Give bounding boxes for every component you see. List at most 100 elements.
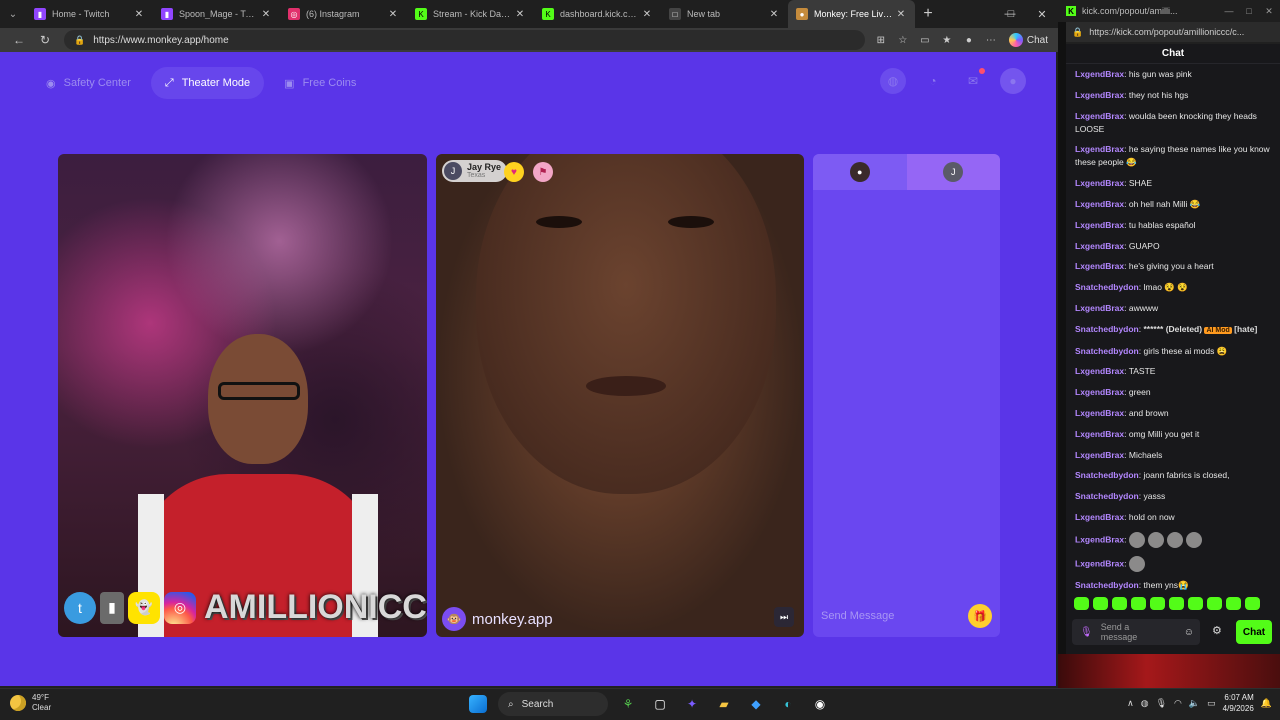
maximize-icon[interactable]: □ [1238, 0, 1260, 22]
chat-username[interactable]: LxgendBrax [1075, 387, 1124, 397]
store-icon[interactable]: ◆ [744, 692, 768, 716]
notifications-icon[interactable]: 🔔 [1261, 698, 1272, 709]
clock[interactable]: 6:07 AM 4/9/2026 [1223, 692, 1254, 714]
tab-close-icon[interactable]: ✕ [768, 9, 780, 20]
messages-icon[interactable]: ✉ [960, 68, 986, 94]
chat-username[interactable]: LxgendBrax [1075, 241, 1124, 251]
tray-chevron-icon[interactable]: ∧ [1127, 698, 1134, 709]
heart-icon[interactable]: ♥ [504, 162, 524, 182]
address-bar[interactable]: 🔒 https://www.monkey.app/home [64, 30, 865, 50]
new-tab-button[interactable]: + [915, 5, 941, 23]
copilot-app-icon[interactable]: ✦ [680, 692, 704, 716]
chat-username[interactable]: LxgendBrax [1075, 408, 1124, 418]
start-icon[interactable] [469, 695, 487, 713]
emote-icon[interactable] [1169, 597, 1184, 610]
app-available-icon[interactable]: ⊞ [871, 30, 891, 50]
browser-tab[interactable]: ▮ Home - Twitch ✕ [26, 0, 153, 28]
emote-icon[interactable] [1074, 597, 1089, 610]
edge-icon[interactable]: ◐ [776, 692, 800, 716]
chat-username[interactable]: LxgendBrax [1075, 220, 1124, 230]
chat-username[interactable]: Snatchedbydon [1075, 282, 1139, 292]
volume-icon[interactable]: 🔈 [1189, 698, 1200, 709]
tab-close-icon[interactable]: ✕ [895, 9, 907, 20]
obs-icon[interactable]: ◉ [808, 692, 832, 716]
tab-close-icon[interactable]: ✕ [641, 9, 653, 20]
browser-tab[interactable]: ◎ (6) Instagram ✕ [280, 0, 407, 28]
match-user-chip[interactable]: J Jay Rye Texas [442, 160, 508, 182]
chat-input[interactable]: 🎙 Send a message ☺ [1072, 619, 1200, 645]
theater-mode-button[interactable]: ⤢ Theater Mode [150, 67, 265, 99]
more-options-icon[interactable]: ⋯ [981, 30, 1001, 50]
report-icon[interactable]: ⚑ [533, 162, 553, 182]
chat-username[interactable]: LxgendBrax [1075, 303, 1124, 313]
chat-username[interactable]: LxgendBrax [1075, 178, 1124, 188]
settings-gear-icon[interactable]: ⚙ [1212, 624, 1222, 637]
safety-center-button[interactable]: ◉ Safety Center [32, 67, 145, 99]
browser-tab[interactable]: ▮ Spoon_Mage - Twitch ✕ [153, 0, 280, 28]
copilot-chat-button[interactable]: Chat [1003, 33, 1054, 47]
reload-icon[interactable]: ↻ [32, 28, 58, 52]
history-icon[interactable]: ◔ [920, 68, 946, 94]
emote-icon[interactable] [1245, 597, 1260, 610]
chat-username[interactable]: LxgendBrax [1075, 512, 1124, 522]
wifi-icon[interactable]: ◠ [1174, 698, 1182, 709]
profile-avatar[interactable]: ● [1000, 68, 1026, 94]
split-screen-icon[interactable]: ▭ [915, 30, 935, 50]
chat-username[interactable]: LxgendBrax [1075, 199, 1124, 209]
tab-close-icon[interactable]: ✕ [514, 9, 526, 20]
tab-close-icon[interactable]: ✕ [260, 9, 272, 20]
profile-icon[interactable]: ● [959, 30, 979, 50]
favorites-icon[interactable]: ★ [937, 30, 957, 50]
chat-username[interactable]: LxgendBrax [1075, 69, 1124, 79]
tray-app-icon[interactable]: ◍ [1141, 698, 1149, 709]
favorite-star-icon[interactable]: ☆ [893, 30, 913, 50]
chat-username[interactable]: LxgendBrax [1075, 534, 1124, 544]
mic-tray-icon[interactable]: 🎙 [1156, 698, 1167, 709]
taskbar-search[interactable]: ⌕ Search [498, 692, 608, 716]
chat-tab-match[interactable]: J [906, 154, 1000, 190]
chat-username[interactable]: Snatchedbydon [1075, 491, 1139, 501]
close-window-icon[interactable]: ✕ [1026, 0, 1058, 28]
shop-icon[interactable]: ◍ [880, 68, 906, 94]
weather-widget[interactable]: 49°F Clear [10, 693, 51, 713]
emote-icon[interactable] [1131, 597, 1146, 610]
widget-icon[interactable]: ⚘ [616, 692, 640, 716]
emote-icon[interactable] [1207, 597, 1222, 610]
gift-icon[interactable]: 🎁 [968, 604, 992, 628]
chat-username[interactable]: LxgendBrax [1075, 111, 1124, 121]
browser-tab[interactable]: K Stream - Kick Dashboard ✕ [407, 0, 534, 28]
emote-icon[interactable] [1150, 597, 1165, 610]
tab-actions-menu[interactable]: ⌄ [0, 0, 26, 28]
minimize-icon[interactable]: — [1218, 0, 1240, 22]
back-icon[interactable]: ← [6, 28, 32, 52]
mic-icon[interactable]: 🎙 [1080, 627, 1093, 638]
chat-username[interactable]: LxgendBrax [1075, 90, 1124, 100]
chat-username[interactable]: LxgendBrax [1075, 261, 1124, 271]
chat-username[interactable]: LxgendBrax [1075, 558, 1124, 568]
emoji-icon[interactable]: ☺ [1184, 627, 1194, 638]
chat-username[interactable]: Snatchedbydon [1075, 580, 1139, 590]
chat-username[interactable]: Snatchedbydon [1075, 324, 1139, 334]
skip-icon[interactable]: ⏭ [774, 607, 794, 627]
chat-username[interactable]: Snatchedbydon [1075, 346, 1139, 356]
chat-username[interactable]: LxgendBrax [1075, 366, 1124, 376]
browser-tab-active[interactable]: ● Monkey: Free Live Vi ✕ [788, 0, 915, 28]
battery-icon[interactable]: ▭ [1207, 698, 1216, 709]
close-window-icon[interactable]: ✕ [1258, 0, 1280, 22]
emote-icon[interactable] [1226, 597, 1241, 610]
browser-tab[interactable]: K dashboard.kick.com/lxge ✕ [534, 0, 661, 28]
chat-username[interactable]: Snatchedbydon [1075, 470, 1139, 480]
free-coins-button[interactable]: ▣ Free Coins [270, 67, 370, 99]
chat-send-button[interactable]: Chat [1236, 620, 1272, 644]
emote-icon[interactable] [1112, 597, 1127, 610]
kick-address-bar[interactable]: 🔒 https://kick.com/popout/amillioniccc/c… [1066, 22, 1280, 42]
send-message-input[interactable]: Send Message [821, 610, 968, 622]
emote-icon[interactable] [1093, 597, 1108, 610]
tab-close-icon[interactable]: ✕ [387, 9, 399, 20]
chat-username[interactable]: LxgendBrax [1075, 429, 1124, 439]
chat-tab-self[interactable]: ● [813, 154, 907, 190]
maximize-icon[interactable]: □ [995, 0, 1027, 28]
tab-close-icon[interactable]: ✕ [133, 9, 145, 20]
emote-icon[interactable] [1188, 597, 1203, 610]
chat-username[interactable]: LxgendBrax [1075, 450, 1124, 460]
